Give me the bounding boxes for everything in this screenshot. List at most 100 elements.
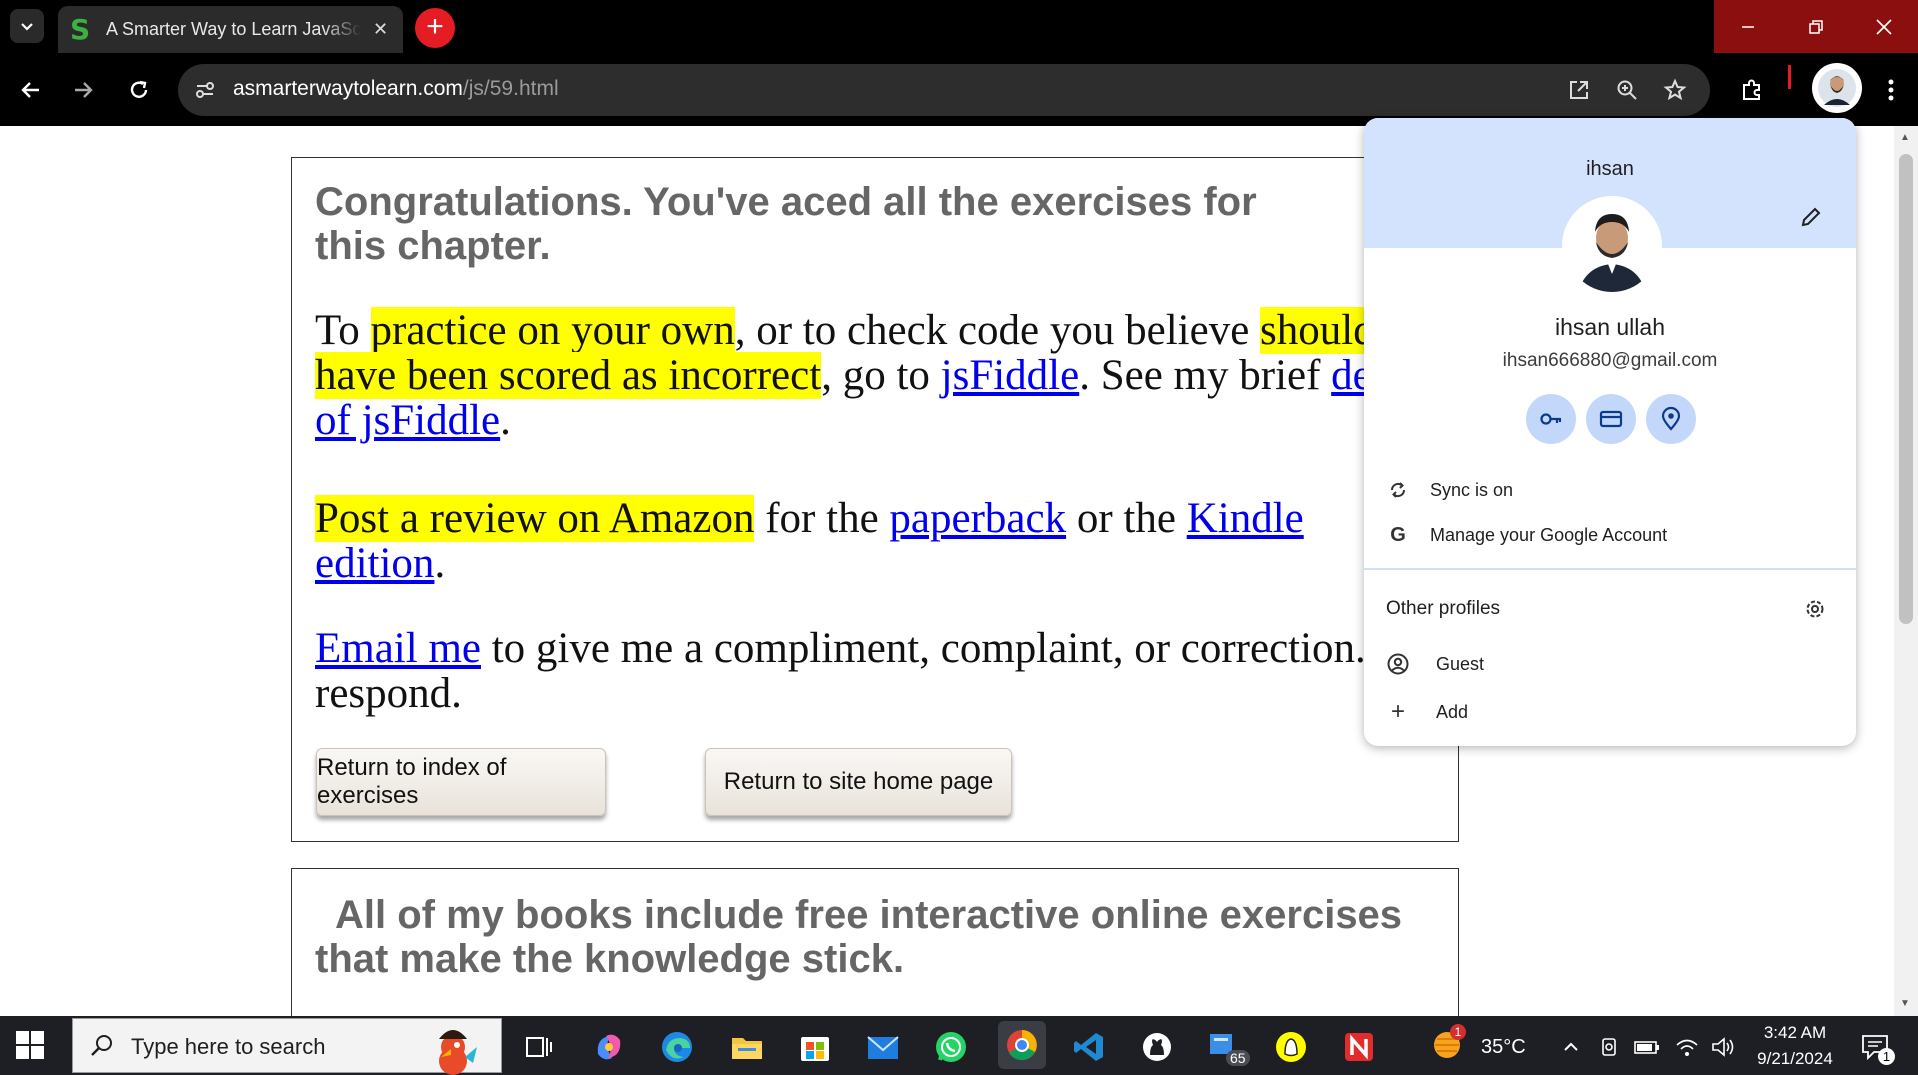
manage-profiles-gear-icon[interactable] [1804, 598, 1828, 622]
profile-name: ihsan [1586, 158, 1634, 180]
practice-paragraph: To practice on your own, or to check cod… [315, 307, 1445, 443]
site-settings-icon[interactable] [190, 75, 220, 105]
bookmark-star-icon[interactable] [1660, 75, 1690, 105]
device-icon[interactable] [1594, 1028, 1624, 1066]
para1-highlight-1: practice on your own [370, 307, 735, 354]
addresses-button[interactable] [1646, 394, 1696, 444]
payment-methods-button[interactable] [1586, 394, 1636, 444]
url-text: asmarterwaytolearn.com/js/59.html [233, 77, 559, 101]
email-me-link[interactable]: Email me [315, 625, 481, 672]
microsoft-store-icon[interactable] [796, 1028, 834, 1066]
mail-icon[interactable] [864, 1028, 902, 1066]
congrats-panel: Congratulations. You've aced all the exe… [291, 157, 1459, 842]
active-tab[interactable]: S A Smarter Way to Learn JavaScript ✕ [58, 6, 403, 53]
arrow-right-icon [75, 82, 93, 98]
edit-profile-icon[interactable] [1798, 204, 1826, 232]
wifi-icon[interactable] [1670, 1028, 1704, 1066]
jsfiddle-link[interactable]: jsFiddle [941, 352, 1080, 399]
app-with-badge-icon[interactable]: 65 [1204, 1028, 1250, 1066]
restore-icon [1809, 19, 1823, 34]
weather-icon[interactable]: 1 [1428, 1024, 1466, 1064]
task-view-icon[interactable] [520, 1028, 558, 1066]
passwords-button[interactable] [1526, 394, 1576, 444]
google-g-icon: G [1390, 523, 1406, 546]
para2-text-3: . [434, 540, 446, 587]
file-explorer-icon[interactable] [728, 1028, 766, 1066]
congrats-heading: Congratulations. You've aced all the exe… [315, 180, 1257, 268]
close-icon [1876, 18, 1892, 35]
location-pin-icon [1661, 406, 1681, 431]
return-index-button[interactable]: Return to index of exercises [316, 748, 606, 816]
whatsapp-icon[interactable] [932, 1028, 970, 1066]
tab-title: A Smarter Way to Learn JavaScript [106, 19, 361, 39]
close-window-button[interactable] [1850, 0, 1918, 53]
snapchat-icon[interactable] [1272, 1028, 1310, 1066]
chrome-menu-button[interactable] [1872, 71, 1910, 109]
page-scrollbar[interactable]: ▲ ▼ [1894, 126, 1918, 1016]
site-favicon-icon: S [70, 12, 91, 46]
reload-icon [130, 80, 148, 98]
account-full-name: ihsan ullah [1555, 314, 1665, 340]
search-placeholder: Type here to search [131, 1034, 326, 1059]
search-icon [91, 1035, 112, 1056]
profile-avatar-button[interactable] [1812, 63, 1862, 113]
arrow-left-icon [21, 82, 39, 98]
tab-search-button[interactable] [10, 9, 44, 43]
chrome-taskbar-icon[interactable] [998, 1021, 1046, 1069]
avatar [1818, 69, 1856, 107]
windows-taskbar: Type here to search 65 1 35°C 3:42 AM 9/… [0, 1016, 1918, 1075]
volume-icon[interactable] [1706, 1028, 1740, 1066]
manage-account-row[interactable]: G Manage your Google Account [1364, 517, 1856, 553]
chevron-down-icon [21, 23, 33, 31]
paperback-link[interactable]: paperback [889, 495, 1066, 542]
open-in-app-icon[interactable] [1564, 75, 1594, 105]
start-button[interactable] [16, 1031, 44, 1059]
books-panel: All of my books include free interactive… [291, 868, 1459, 1016]
address-bar[interactable]: asmarterwaytolearn.com/js/59.html [178, 64, 1710, 116]
return-home-button[interactable]: Return to site home page [705, 748, 1012, 816]
scroll-down-icon[interactable]: ▼ [1900, 998, 1910, 1009]
notification-count: 1 [1878, 1048, 1895, 1065]
puzzle-icon [1743, 79, 1760, 100]
show-hidden-icons-chevron-icon[interactable] [1556, 1028, 1586, 1066]
manage-account-label: Manage your Google Account [1430, 525, 1668, 545]
profile-menu: ihsan ihsan ullah ihsan666880@gmail.com … [1364, 118, 1856, 746]
notifications-button[interactable]: 1 [1856, 1028, 1895, 1066]
news-app-icon[interactable] [1340, 1028, 1378, 1066]
restore-button[interactable] [1782, 0, 1850, 53]
minimize-icon [1742, 25, 1754, 28]
taskbar-search-box[interactable]: Type here to search [72, 1018, 502, 1075]
folder-badge: 65 [1226, 1050, 1250, 1066]
books-heading: All of my books include free interactive… [315, 893, 1403, 981]
github-icon[interactable] [1138, 1028, 1176, 1066]
forward-button[interactable] [64, 71, 102, 109]
battery-icon[interactable] [1630, 1028, 1664, 1066]
scrollbar-thumb[interactable] [1899, 154, 1913, 624]
temperature[interactable]: 35°C [1481, 1036, 1526, 1059]
guest-profile-row[interactable]: Guest [1364, 646, 1856, 682]
plus-icon: + [1390, 698, 1405, 725]
zoom-icon[interactable] [1612, 75, 1642, 105]
reload-button[interactable] [120, 71, 158, 109]
clock-date[interactable]: 9/21/2024 [1750, 1049, 1840, 1069]
url-host: asmarterwaytolearn.com [233, 77, 463, 100]
para1-text-1: To [315, 307, 371, 354]
tab-close-icon[interactable]: ✕ [373, 19, 388, 40]
clock-time[interactable]: 3:42 AM [1750, 1023, 1840, 1043]
new-tab-button[interactable]: + [415, 8, 455, 48]
back-button[interactable] [12, 71, 50, 109]
copilot-icon[interactable] [590, 1028, 628, 1066]
credit-card-icon [1599, 410, 1623, 428]
extensions-button[interactable] [1733, 71, 1771, 109]
sync-row[interactable]: Sync is on [1364, 472, 1856, 508]
review-paragraph: Post a review on Amazon for the paperbac… [315, 495, 1315, 587]
add-profile-row[interactable]: + Add [1364, 694, 1856, 730]
edge-browser-icon[interactable] [658, 1028, 696, 1066]
browser-toolbar: asmarterwaytolearn.com/js/59.html [0, 53, 1918, 126]
windows-logo-icon [16, 1031, 44, 1059]
scroll-up-icon[interactable]: ▲ [1900, 132, 1910, 143]
minimize-button[interactable] [1714, 0, 1782, 53]
search-highlight-icon [439, 1030, 477, 1075]
tab-bar: S A Smarter Way to Learn JavaScript ✕ + [0, 0, 1918, 53]
vscode-icon[interactable] [1070, 1028, 1108, 1066]
